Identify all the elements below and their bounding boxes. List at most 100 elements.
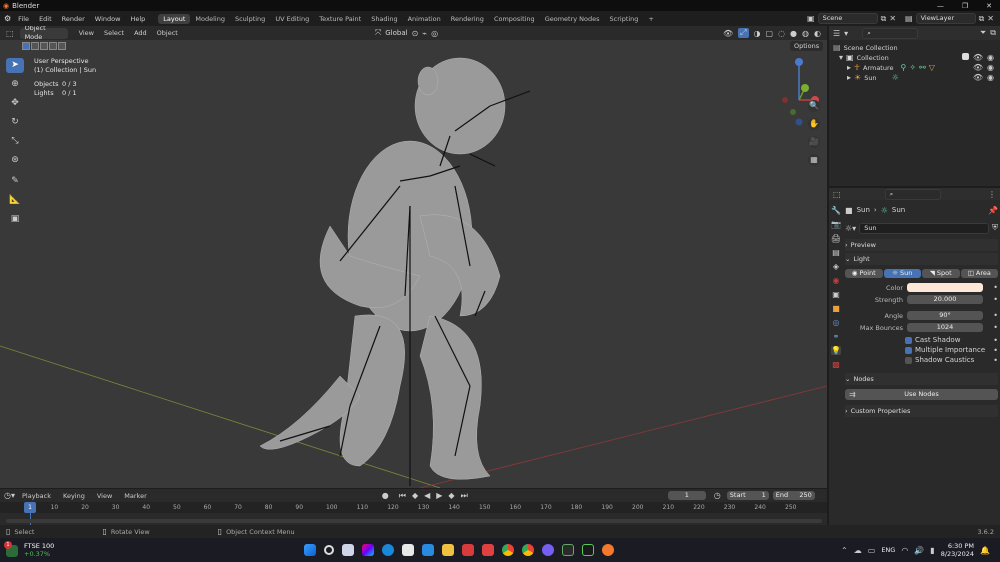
new-collection-icon[interactable]: ⧉ [990, 28, 1000, 38]
viewport-menu-select[interactable]: Select [99, 29, 129, 37]
store-icon[interactable] [402, 544, 415, 556]
options-button[interactable]: Options [790, 41, 824, 51]
nvidia-icon[interactable] [582, 544, 595, 556]
add-workspace-icon[interactable]: + [643, 14, 658, 24]
next-keyframe-icon[interactable]: ◆ [448, 491, 454, 500]
search-icon[interactable] [324, 545, 335, 555]
outliner-row-armature[interactable]: ▸ ☥ Armature ⚲ ✧ ⚯ ▽ 👁 ◉ [833, 63, 1000, 73]
angle-field[interactable]: 90° [907, 311, 983, 320]
volume-icon[interactable]: 🔊 [914, 546, 924, 555]
visibility-icon[interactable]: 👁 [723, 29, 733, 38]
prev-keyframe-icon[interactable]: ◆ [412, 491, 418, 500]
ortho-grid-icon[interactable]: ▦ [808, 154, 820, 166]
terminal-icon[interactable] [562, 544, 575, 556]
mode-selector[interactable]: Object Mode [19, 26, 68, 41]
stock-widget[interactable]: 1 FTSE 100 +0.37% [4, 541, 54, 558]
tab-compositing[interactable]: Compositing [489, 14, 540, 24]
select-new-icon[interactable] [22, 42, 30, 50]
delete-view-layer-icon[interactable]: ✕ [987, 14, 994, 23]
snap-icon[interactable]: ⌁ [422, 29, 427, 38]
camera-restrict-icon[interactable]: ◉ [987, 73, 994, 83]
menu-edit[interactable]: Edit [34, 15, 57, 23]
light-type-point[interactable]: ◉ Point [845, 269, 883, 278]
shading-wireframe-icon[interactable]: ◌ [778, 29, 785, 38]
preview-range-icon[interactable]: ◷ [714, 491, 721, 500]
gizmo-toggle-icon[interactable]: ⤢ [738, 28, 749, 38]
photos-icon[interactable] [422, 544, 435, 556]
select-extend-icon[interactable] [31, 42, 39, 50]
tab-rendering[interactable]: Rendering [446, 14, 489, 24]
shading-rendered-icon[interactable]: ◐ [814, 29, 821, 38]
datablock-type-icon[interactable]: ☼▾ [845, 224, 856, 233]
scene-icon[interactable]: ▣ [807, 14, 815, 23]
copilot-icon[interactable] [362, 544, 375, 556]
viewport-menu-add[interactable]: Add [129, 29, 152, 37]
outliner-row-collection[interactable]: ▾ ▣ Collection 👁 ◉ [833, 53, 1000, 63]
properties-editor[interactable]: ⬚ ⌕ ⋮ 🔧 📷 🖨 ▤ ◈ ◉ ▣ ■ ◎ ⚭ 💡 ▩ ■ Sun › ☼ … [829, 188, 1000, 525]
collection-tab-icon[interactable]: ▣ [832, 290, 840, 299]
tab-sculpting[interactable]: Sculpting [230, 14, 270, 24]
annotate-tool-icon[interactable]: ✎ [6, 174, 24, 189]
keyframe-dot-icon[interactable]: • [993, 295, 998, 304]
tab-shading[interactable]: Shading [366, 14, 402, 24]
keyframe-dot-icon[interactable]: • [993, 356, 998, 365]
strength-field[interactable]: 20.000 [907, 295, 983, 304]
proportional-edit-icon[interactable]: ◎ [431, 29, 438, 38]
delete-scene-icon[interactable]: ✕ [889, 14, 896, 23]
scene-tab-icon[interactable]: ◈ [833, 262, 839, 271]
panel-light[interactable]: ⌄ Light [845, 253, 998, 265]
task-view-icon[interactable] [342, 544, 355, 556]
blender-taskbar-icon[interactable] [602, 544, 615, 556]
keyframe-dot-icon[interactable]: • [993, 336, 998, 345]
transform-tool-icon[interactable]: ⊛ [6, 153, 24, 168]
menu-file[interactable]: File [13, 15, 34, 23]
exclude-checkbox[interactable] [961, 53, 969, 60]
new-scene-icon[interactable]: ⧉ [881, 14, 887, 24]
play-icon[interactable]: ▶ [436, 491, 442, 500]
eye-icon[interactable]: 👁 [973, 73, 983, 83]
timeline-menu-marker[interactable]: Marker [119, 492, 151, 500]
properties-editor-icon[interactable]: ⬚ [833, 190, 841, 199]
timeline[interactable]: ◷▾ Playback Keying View Marker ● ⏮ ◆ ◀ ▶… [0, 489, 827, 525]
menu-help[interactable]: Help [125, 15, 150, 23]
overlay-icon[interactable]: ◑ [754, 29, 761, 38]
close-icon[interactable]: ✕ [986, 2, 992, 10]
add-cube-tool-icon[interactable]: ▣ [6, 212, 24, 227]
chrome-profile-icon[interactable] [522, 544, 535, 556]
tab-modeling[interactable]: Modeling [190, 14, 230, 24]
timeline-menu-keying[interactable]: Keying [58, 492, 90, 500]
camera-restrict-icon[interactable]: ◉ [987, 63, 994, 73]
move-tool-icon[interactable]: ✥ [6, 96, 24, 111]
start-frame-field[interactable]: Start 1 [726, 491, 769, 500]
properties-search-input[interactable]: ⌕ [884, 188, 941, 200]
3d-viewport[interactable]: ⬚ Object Mode View Select Add Object ⤧ G… [0, 26, 827, 488]
outliner-editor-icon[interactable]: ☰ [833, 29, 840, 38]
zoom-icon[interactable]: 🔍 [808, 100, 820, 112]
camera-restrict-icon[interactable]: ◉ [987, 53, 994, 63]
light-data-tab-icon[interactable]: 💡 [831, 346, 841, 355]
keyframe-dot-icon[interactable]: • [993, 283, 998, 292]
panel-custom-properties[interactable]: › Custom Properties [845, 405, 998, 417]
record-icon[interactable]: ● [382, 491, 389, 500]
current-frame-field[interactable]: 1 [667, 491, 706, 500]
multiple-importance-checkbox[interactable] [905, 346, 912, 354]
eye-icon[interactable]: 👁 [973, 53, 983, 63]
cursor-tool-icon[interactable]: ⊕ [6, 77, 24, 92]
rotate-tool-icon[interactable]: ↻ [6, 115, 24, 130]
keyframe-dot-icon[interactable]: • [993, 311, 998, 320]
check-cast-shadow[interactable]: Cast Shadow • [845, 335, 998, 345]
camera-view-icon[interactable]: 🎥 [808, 136, 820, 148]
timeline-menu-view[interactable]: View [92, 492, 117, 500]
keyframe-dot-icon[interactable]: • [993, 346, 998, 355]
outliner-row-sun[interactable]: ▸ ☀ Sun ☼ 👁 ◉ [833, 73, 1000, 83]
physics-tab-icon[interactable]: ◎ [833, 318, 840, 327]
tab-geometry-nodes[interactable]: Geometry Nodes [540, 14, 605, 24]
expand-icon[interactable]: ▾ [839, 53, 843, 63]
chrome-icon[interactable] [502, 544, 515, 556]
menu-render[interactable]: Render [57, 15, 90, 23]
select-invert-icon[interactable] [49, 42, 57, 50]
pan-hand-icon[interactable]: ✋ [808, 118, 820, 130]
pin-icon[interactable]: 📌 [988, 206, 998, 215]
color-swatch[interactable] [907, 283, 983, 292]
object-tab-icon[interactable]: ■ [832, 304, 840, 313]
